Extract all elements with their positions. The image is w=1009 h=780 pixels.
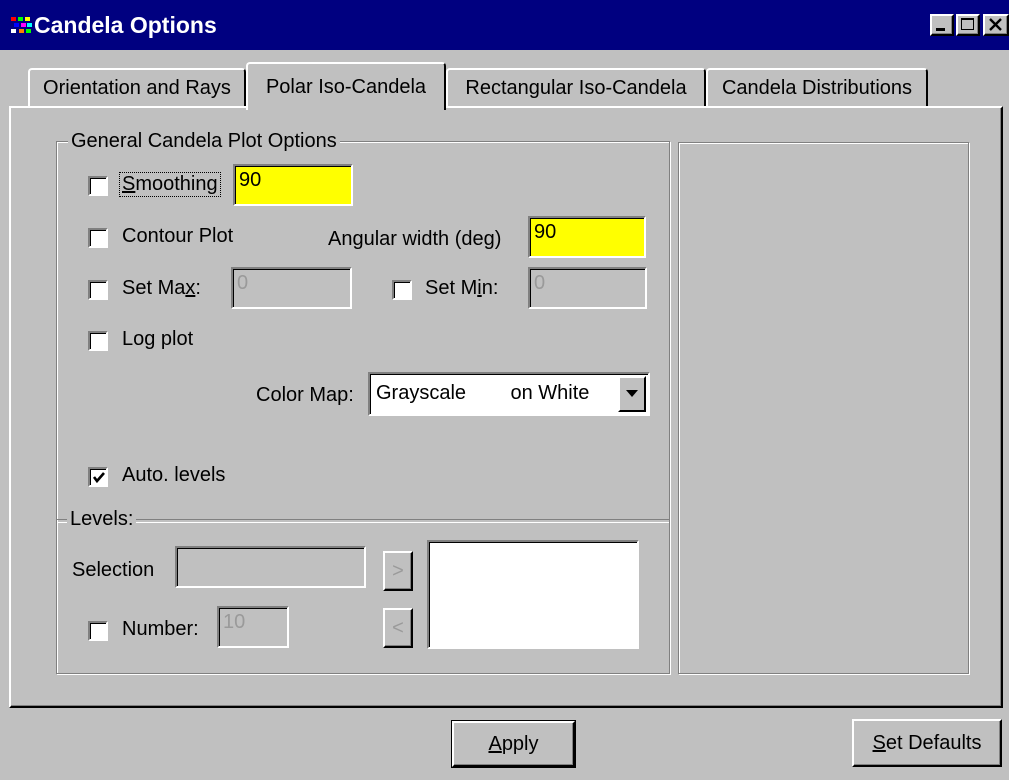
- color-map-label: Color Map:: [256, 384, 354, 406]
- smoothing-label[interactable]: Smoothing: [119, 172, 221, 197]
- contour-plot-label: Contour Plot: [122, 225, 234, 247]
- log-plot-label: Log plot: [122, 328, 194, 350]
- set-min-input[interactable]: 0: [528, 267, 647, 309]
- auto-levels-label: Auto. levels: [122, 464, 226, 486]
- apply-button[interactable]: Apply: [451, 720, 576, 768]
- number-label: Number:: [122, 618, 199, 640]
- number-input[interactable]: 10: [217, 606, 289, 648]
- selection-label: Selection: [72, 559, 155, 581]
- angular-width-label: Angular width (deg): [328, 228, 502, 250]
- smoothing-input[interactable]: 90: [233, 164, 353, 206]
- color-map-dropdown-button[interactable]: [618, 376, 646, 412]
- auto-levels-checkbox[interactable]: [88, 467, 108, 487]
- set-max-label: Set Max:: [122, 277, 201, 299]
- smoothing-checkbox[interactable]: [88, 176, 108, 196]
- contour-plot-checkbox[interactable]: [88, 228, 108, 248]
- log-plot-checkbox[interactable]: [88, 331, 108, 351]
- levels-list[interactable]: [427, 540, 639, 649]
- add-level-button[interactable]: >: [383, 551, 413, 591]
- remove-level-button[interactable]: <: [383, 608, 413, 648]
- color-map-value: Grayscale on White: [376, 382, 590, 404]
- set-defaults-button[interactable]: Set Defaults: [852, 719, 1002, 767]
- color-map-select[interactable]: Grayscale on White: [368, 372, 650, 416]
- set-min-checkbox[interactable]: [392, 280, 412, 300]
- check-icon: [92, 472, 105, 484]
- selection-input[interactable]: [175, 546, 366, 588]
- set-max-checkbox[interactable]: [88, 280, 108, 300]
- number-checkbox[interactable]: [88, 621, 108, 641]
- chevron-down-icon: [626, 390, 638, 397]
- set-min-label: Set Min:: [425, 277, 499, 299]
- set-max-input[interactable]: 0: [231, 267, 352, 309]
- angular-width-input[interactable]: 90: [528, 216, 646, 258]
